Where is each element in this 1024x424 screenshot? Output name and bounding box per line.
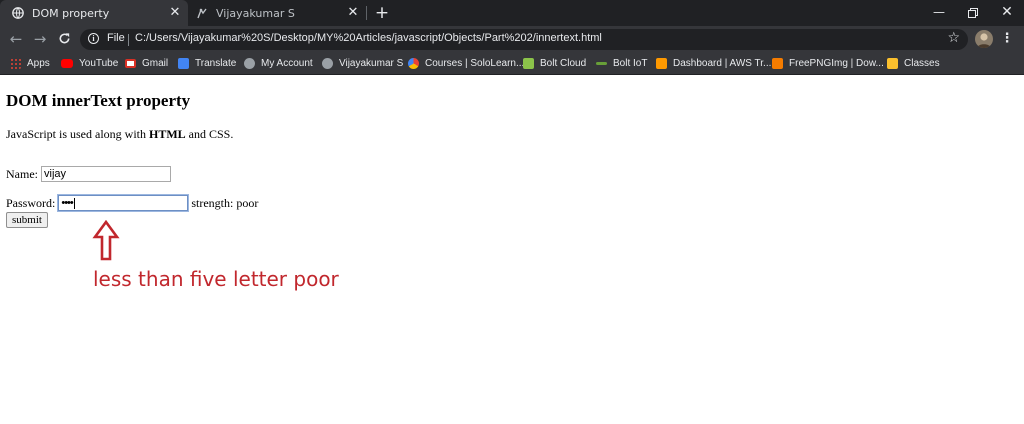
- bookmark-vijayakumar[interactable]: Vijayakumar S: [322, 56, 403, 71]
- intro-paragraph: JavaScript is used along with HTML and C…: [6, 127, 234, 141]
- tab-strip: DOM property ✕ Vijayakumar S ✕ + — ✕: [0, 0, 1024, 26]
- bookmark-aws[interactable]: Dashboard | AWS Tr...: [656, 56, 771, 71]
- bolt-cloud-icon: [523, 58, 534, 69]
- bolt-iot-icon: [596, 62, 607, 65]
- address-divider: [128, 34, 129, 46]
- menu-kebab-icon[interactable]: ⋮: [1000, 30, 1014, 48]
- annotation-up-arrow-icon: [92, 220, 120, 261]
- bookmark-translate[interactable]: Translate: [178, 56, 236, 71]
- password-row: Password: •••• strength: poor: [6, 194, 259, 212]
- close-icon[interactable]: ✕: [346, 6, 360, 20]
- password-input[interactable]: ••••: [57, 194, 190, 212]
- annotation-text: less than five letter poor: [93, 267, 339, 291]
- url-text[interactable]: C:/Users/Vijayakumar%20S/Desktop/MY%20Ar…: [135, 32, 602, 44]
- page-heading: DOM innerText property: [6, 91, 191, 110]
- classroom-icon: [887, 58, 898, 69]
- bookmark-gmail[interactable]: Gmail: [125, 56, 168, 71]
- bookmark-apps[interactable]: Apps: [10, 56, 50, 71]
- aws-icon: [656, 58, 667, 69]
- sololearn-icon: [408, 58, 419, 69]
- password-label: Password:: [6, 195, 56, 210]
- forward-arrow-icon[interactable]: →: [30, 29, 50, 49]
- window-close-icon[interactable]: ✕: [990, 0, 1024, 26]
- name-row: Name: vijay: [6, 166, 171, 182]
- back-arrow-icon[interactable]: ←: [6, 29, 26, 49]
- restore-icon[interactable]: [956, 0, 990, 26]
- minimize-icon[interactable]: —: [922, 0, 956, 26]
- globe-icon: [12, 7, 24, 19]
- bookmark-sololearn[interactable]: Courses | SoloLearn...: [408, 56, 524, 71]
- person-icon: [322, 58, 333, 69]
- bookmark-my-account[interactable]: My Account: [244, 56, 313, 71]
- person-icon: [196, 7, 208, 19]
- bookmarks-bar: Apps YouTube Gmail Translate My Account …: [0, 53, 1024, 75]
- submit-button[interactable]: submit: [6, 212, 48, 228]
- text-caret: [73, 197, 75, 209]
- info-icon[interactable]: i: [88, 33, 99, 44]
- freepng-icon: [772, 58, 783, 69]
- page-content: DOM innerText property JavaScript is use…: [0, 75, 1024, 424]
- youtube-icon: [61, 59, 73, 68]
- person-icon: [244, 58, 255, 69]
- apps-grid-icon: [10, 58, 21, 69]
- reload-icon[interactable]: [54, 29, 74, 49]
- bookmark-bolt-cloud[interactable]: Bolt Cloud: [523, 56, 586, 71]
- gmail-icon: [125, 59, 136, 68]
- bookmark-freepngimg[interactable]: FreePNGImg | Dow...: [772, 56, 884, 71]
- translate-icon: [178, 58, 189, 69]
- profile-avatar[interactable]: [975, 30, 993, 48]
- address-bar[interactable]: i File C:/Users/Vijayakumar%20S/Desktop/…: [80, 29, 968, 50]
- scheme-label: File: [107, 32, 125, 44]
- browser-toolbar: ← → i File C:/Users/Vijayakumar%20S/Desk…: [0, 26, 1024, 53]
- tab-dom-property[interactable]: DOM property ✕: [0, 0, 188, 26]
- bookmark-classes[interactable]: Classes: [887, 56, 940, 71]
- name-label: Name:: [6, 166, 38, 181]
- new-tab-plus-icon[interactable]: +: [372, 3, 392, 23]
- name-input[interactable]: vijay: [41, 166, 171, 182]
- bookmark-star-icon[interactable]: ☆: [947, 30, 960, 46]
- tab-title: Vijayakumar S: [216, 6, 295, 20]
- bookmark-bolt-iot[interactable]: Bolt IoT: [596, 56, 647, 71]
- bookmark-youtube[interactable]: YouTube: [61, 56, 118, 71]
- close-icon[interactable]: ✕: [168, 6, 182, 20]
- tab-title: DOM property: [32, 6, 110, 20]
- strength-text: strength: poor: [191, 195, 259, 210]
- html-bold-text: HTML: [148, 127, 186, 141]
- tab-vijayakumar[interactable]: Vijayakumar S ✕: [188, 0, 366, 26]
- tab-divider: [366, 6, 367, 20]
